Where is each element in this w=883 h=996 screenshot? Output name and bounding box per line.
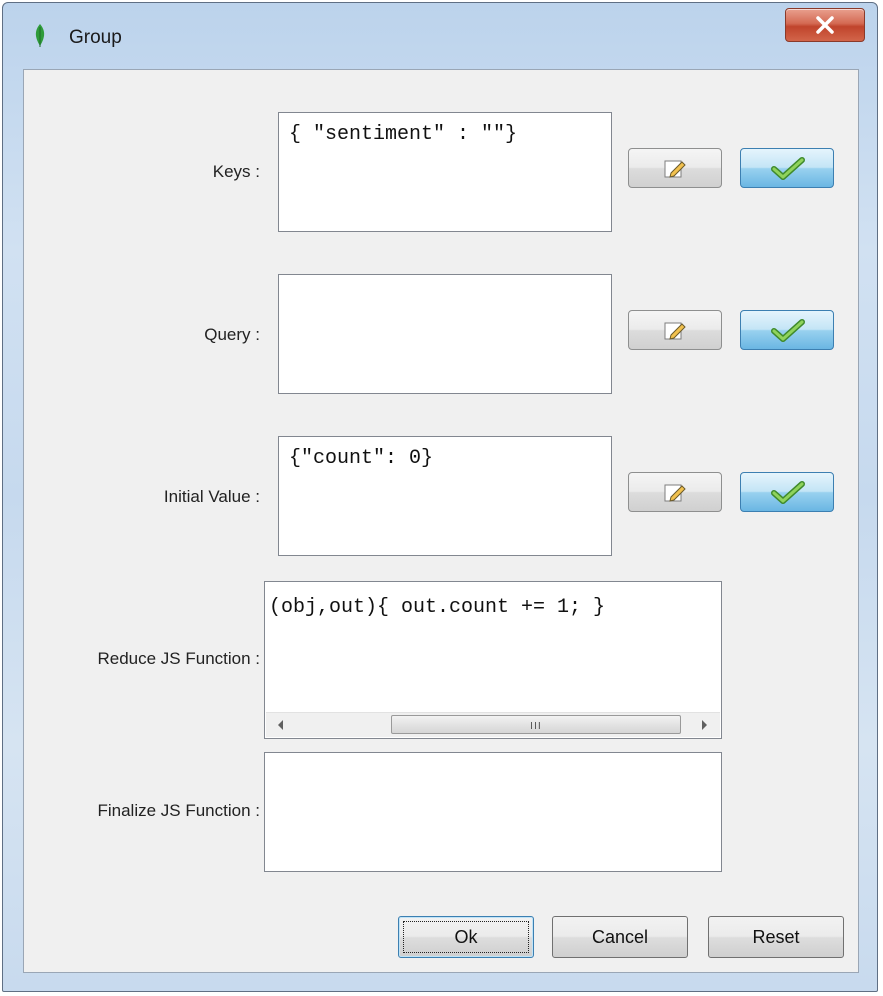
edit-pencil-icon bbox=[664, 160, 686, 178]
query-label: Query : bbox=[204, 325, 260, 344]
group-dialog-window: Group Keys : { "sentiment" : ""} Query : bbox=[2, 2, 878, 992]
checkmark-icon bbox=[771, 481, 805, 504]
scrollbar-thumb[interactable]: III bbox=[391, 715, 681, 734]
scroll-left-arrow-icon[interactable] bbox=[278, 720, 283, 730]
initial-value-edit-button[interactable] bbox=[628, 472, 722, 512]
cancel-button[interactable]: Cancel bbox=[552, 916, 688, 958]
initial-value-editor-text: {"count": 0} bbox=[289, 447, 434, 470]
initial-value-editor[interactable]: {"count": 0} bbox=[278, 436, 612, 556]
scroll-right-arrow-icon[interactable] bbox=[702, 720, 707, 730]
initial-value-label: Initial Value : bbox=[163, 487, 260, 506]
title-bar[interactable]: Group bbox=[3, 3, 877, 69]
keys-label: Keys : bbox=[212, 162, 260, 181]
initial-value-apply-button[interactable] bbox=[740, 472, 834, 512]
cancel-button-label: Cancel bbox=[591, 927, 649, 947]
edit-pencil-icon bbox=[664, 322, 686, 340]
query-editor[interactable] bbox=[278, 274, 612, 394]
keys-editor-text: { "sentiment" : ""} bbox=[289, 123, 518, 146]
mongodb-leaf-icon bbox=[35, 24, 45, 47]
query-edit-button[interactable] bbox=[628, 310, 722, 350]
reduce-function-editor[interactable]: (obj,out){ out.count += 1; } III bbox=[264, 581, 722, 739]
reset-button-label: Reset bbox=[752, 927, 800, 947]
keys-editor[interactable]: { "sentiment" : ""} bbox=[278, 112, 612, 232]
reset-button[interactable]: Reset bbox=[708, 916, 844, 958]
edit-pencil-icon bbox=[664, 484, 686, 502]
focus-ring bbox=[403, 921, 529, 953]
checkmark-icon bbox=[771, 319, 805, 342]
reduce-function-editor-text: (obj,out){ out.count += 1; } bbox=[269, 596, 606, 619]
reduce-function-label: Reduce JS Function : bbox=[97, 649, 260, 668]
query-apply-button[interactable] bbox=[740, 310, 834, 350]
close-button[interactable] bbox=[785, 8, 865, 42]
keys-apply-button[interactable] bbox=[740, 148, 834, 188]
close-x-icon bbox=[816, 16, 834, 34]
keys-edit-button[interactable] bbox=[628, 148, 722, 188]
checkmark-icon bbox=[771, 157, 805, 180]
reduce-horizontal-scrollbar[interactable]: III bbox=[266, 712, 720, 737]
scrollbar-grip: III bbox=[530, 721, 542, 732]
window-title: Group bbox=[69, 27, 122, 48]
finalize-function-editor[interactable] bbox=[264, 752, 722, 872]
dialog-content: Keys : { "sentiment" : ""} Query : Initi… bbox=[23, 69, 859, 973]
finalize-function-label: Finalize JS Function : bbox=[97, 801, 260, 820]
ok-button[interactable]: Ok bbox=[398, 916, 534, 958]
